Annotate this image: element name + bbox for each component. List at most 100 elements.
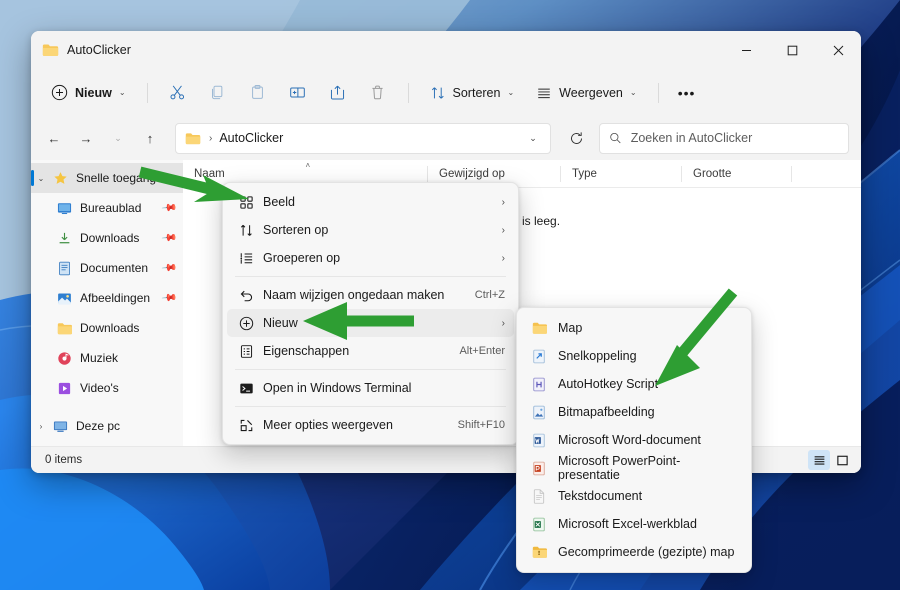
pin-icon[interactable]: 📌 xyxy=(160,260,177,276)
textfile-icon xyxy=(529,489,549,504)
window-controls xyxy=(723,31,861,69)
window-title: AutoClicker xyxy=(67,43,131,57)
chevron-right-icon: › xyxy=(502,318,505,329)
context-menu-item-beeld[interactable]: Beeld › xyxy=(227,188,514,216)
pin-icon[interactable]: 📌 xyxy=(160,200,177,216)
share-button[interactable] xyxy=(319,77,357,109)
close-button[interactable] xyxy=(815,31,861,69)
submenu-item-microsoft-excel-werkblad[interactable]: Microsoft Excel-werkblad xyxy=(521,510,747,538)
submenu-item-microsoft-powerpoint-presentatie[interactable]: Microsoft PowerPoint-presentatie xyxy=(521,454,747,482)
sort-button[interactable]: Sorteren ⌄ xyxy=(420,77,525,109)
column-header-grootte[interactable]: Grootte xyxy=(682,160,792,188)
sidebar-item-label: Documenten xyxy=(80,261,163,275)
more-toolbar-button[interactable]: ••• xyxy=(670,77,704,109)
search-box[interactable] xyxy=(599,123,849,154)
chevron-right-icon[interactable]: › xyxy=(31,422,51,431)
address-dropdown-button[interactable]: ⌄ xyxy=(520,125,546,152)
submenu-item-label: Map xyxy=(558,321,582,335)
view-button[interactable]: Weergeven ⌄ xyxy=(526,77,646,109)
sidebar-item-deze-pc[interactable]: › Deze pc xyxy=(31,411,183,441)
search-input[interactable] xyxy=(631,131,839,145)
copy-button[interactable] xyxy=(199,77,237,109)
empty-folder-message: is leeg. xyxy=(522,214,861,228)
column-header-type[interactable]: Type xyxy=(561,160,682,188)
submenu-item-microsoft-word-document[interactable]: Microsoft Word-document xyxy=(521,426,747,454)
sidebar-item-snelle-toegang[interactable]: ⌄ Snelle toegang xyxy=(31,163,183,193)
command-toolbar: Nieuw ⌄ xyxy=(31,69,861,116)
context-menu-item-open-in-windows-terminal[interactable]: Open in Windows Terminal xyxy=(227,374,514,402)
new-button[interactable]: Nieuw ⌄ xyxy=(43,77,136,109)
context-menu-item-meer-opties-weergeven[interactable]: Meer opties weergeven Shift+F10 xyxy=(227,411,514,439)
submenu-item-bitmapafbeelding[interactable]: Bitmapafbeelding xyxy=(521,398,747,426)
folder-icon xyxy=(55,321,73,336)
maximize-icon xyxy=(787,45,798,56)
paste-icon xyxy=(249,84,266,101)
rename-button[interactable] xyxy=(279,77,317,109)
this-pc-icon xyxy=(51,419,69,434)
sidebar-item-documenten[interactable]: Documenten 📌 xyxy=(31,253,183,283)
sidebar-item-bureaublad[interactable]: Bureaublad 📌 xyxy=(31,193,183,223)
breadcrumb-current-folder[interactable]: AutoClicker xyxy=(219,131,283,145)
music-icon xyxy=(55,351,73,366)
sidebar-item-videos[interactable]: Video's xyxy=(31,373,183,403)
context-menu-item-accelerator: Shift+F10 xyxy=(458,419,505,431)
delete-button[interactable] xyxy=(359,77,397,109)
column-header-label: Grootte xyxy=(693,168,731,180)
scissors-icon xyxy=(169,84,186,101)
context-menu-item-eigenschappen[interactable]: Eigenschappen Alt+Enter xyxy=(227,337,514,365)
context-menu-item-sorteren-op[interactable]: Sorteren op › xyxy=(227,216,514,244)
submenu-item-gecomprimeerde-gezipte-map[interactable]: Gecomprimeerde (gezipte) map xyxy=(521,538,747,566)
folder-icon xyxy=(42,43,59,57)
paste-button[interactable] xyxy=(239,77,277,109)
tiles-view-button[interactable] xyxy=(831,450,853,470)
submenu-item-snelkoppeling[interactable]: Snelkoppeling xyxy=(521,342,747,370)
submenu-item-label: Snelkoppeling xyxy=(558,349,637,363)
address-bar[interactable]: › AutoClicker ⌄ xyxy=(175,123,551,154)
pin-icon[interactable]: 📌 xyxy=(160,290,177,306)
submenu-item-tekstdocument[interactable]: Tekstdocument xyxy=(521,482,747,510)
excel-icon xyxy=(529,517,549,532)
new-submenu: Map Snelkoppeling AutoHotkey Script Bitm… xyxy=(516,307,752,573)
chevron-down-icon[interactable]: ⌄ xyxy=(31,174,51,183)
recent-locations-button[interactable]: ⌄ xyxy=(103,123,133,153)
sidebar-item-downloads-folder[interactable]: Downloads xyxy=(31,313,183,343)
sidebar-item-downloads-pinned[interactable]: Downloads 📌 xyxy=(31,223,183,253)
context-menu-item-groeperen-op[interactable]: Groeperen op › xyxy=(227,244,514,272)
star-icon xyxy=(51,171,69,186)
sidebar-item-afbeeldingen[interactable]: Afbeeldingen 📌 xyxy=(31,283,183,313)
context-menu-item-nieuw[interactable]: Nieuw › xyxy=(227,309,514,337)
word-icon xyxy=(529,433,549,448)
sort-arrows-icon xyxy=(235,223,257,238)
chevron-down-icon: ⌄ xyxy=(119,88,126,97)
properties-icon xyxy=(235,344,257,359)
minimize-button[interactable] xyxy=(723,31,769,69)
column-header-label: Gewijzigd op xyxy=(439,168,505,180)
folder-icon xyxy=(185,132,201,145)
cut-button[interactable] xyxy=(159,77,197,109)
toolbar-divider-3 xyxy=(658,83,659,103)
zip-folder-icon xyxy=(529,545,549,559)
context-menu-item-label: Open in Windows Terminal xyxy=(263,381,505,395)
pin-icon[interactable]: 📌 xyxy=(160,230,177,246)
minimize-icon xyxy=(741,45,752,56)
copy-icon xyxy=(209,84,226,101)
submenu-item-autohotkey-script[interactable]: AutoHotkey Script xyxy=(521,370,747,398)
forward-button[interactable]: → xyxy=(71,123,101,153)
details-view-button[interactable] xyxy=(808,450,830,470)
up-button[interactable]: ↑ xyxy=(135,123,165,153)
context-menu-item-label: Eigenschappen xyxy=(263,344,451,358)
context-menu-divider-3 xyxy=(235,406,506,407)
submenu-item-map[interactable]: Map xyxy=(521,314,747,342)
sidebar-item-muziek[interactable]: Muziek xyxy=(31,343,183,373)
context-menu-item-label: Nieuw xyxy=(263,316,494,330)
sidebar-item-label: Bureaublad xyxy=(80,201,163,215)
submenu-item-label: Bitmapafbeelding xyxy=(558,405,655,419)
autohotkey-icon xyxy=(529,377,549,392)
submenu-item-label: AutoHotkey Script xyxy=(558,377,658,391)
context-menu-item-naam-wijzigen-ongedaan-maken[interactable]: Naam wijzigen ongedaan maken Ctrl+Z xyxy=(227,281,514,309)
window-titlebar[interactable]: AutoClicker xyxy=(31,31,861,69)
back-button[interactable]: ← xyxy=(39,123,69,153)
submenu-item-label: Tekstdocument xyxy=(558,489,642,503)
refresh-button[interactable] xyxy=(561,123,591,153)
maximize-button[interactable] xyxy=(769,31,815,69)
